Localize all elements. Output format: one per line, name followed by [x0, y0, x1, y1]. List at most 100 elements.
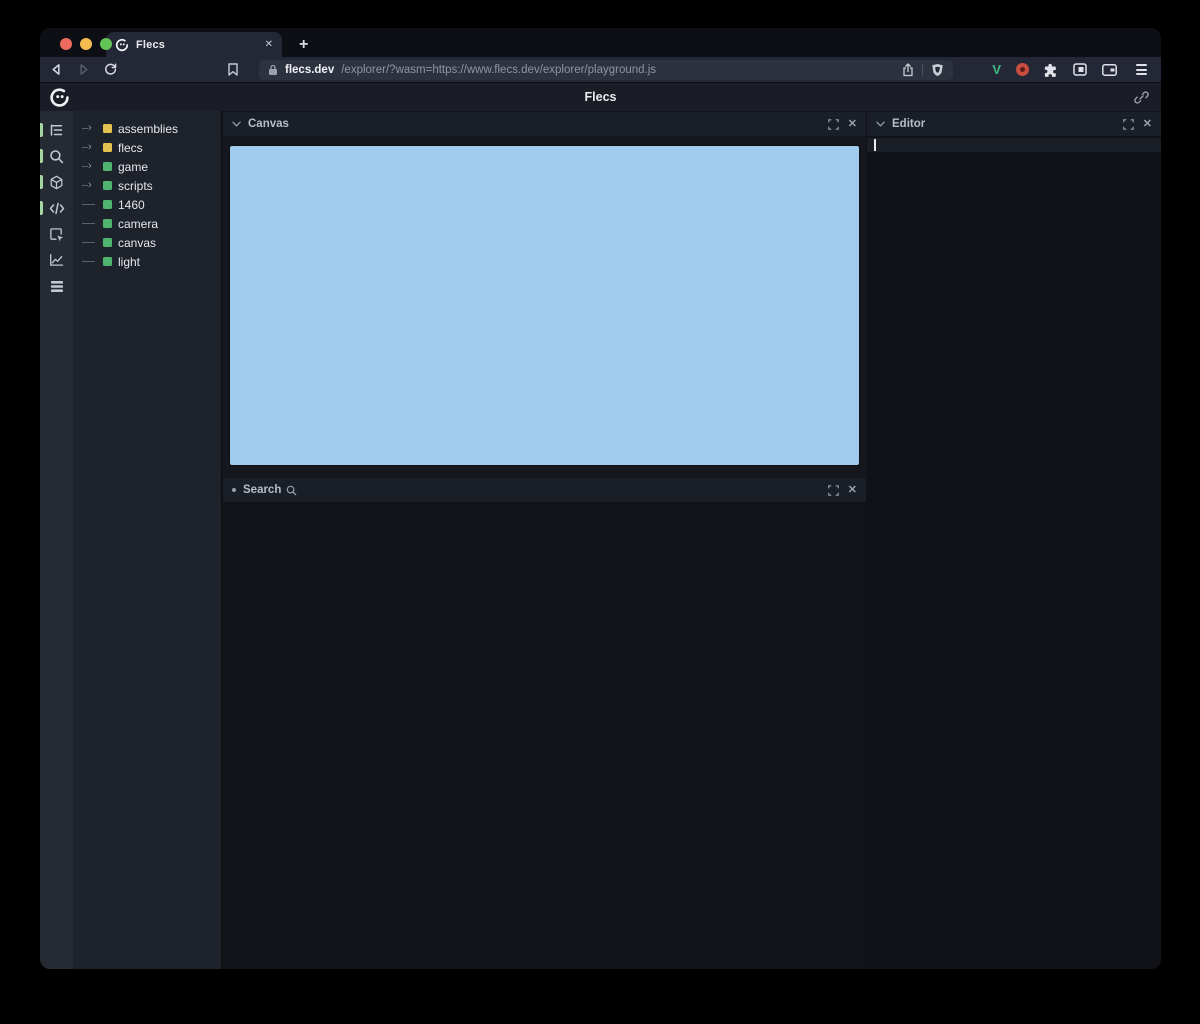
menu-icon[interactable] — [1136, 64, 1147, 75]
tree-item-label: canvas — [118, 236, 156, 250]
expand-arrow-icon[interactable]: › — [82, 180, 97, 191]
editor-input[interactable] — [867, 138, 1161, 152]
fullscreen-icon[interactable] — [828, 119, 839, 130]
brave-shield-icon[interactable] — [931, 63, 944, 77]
red-extension-icon[interactable] — [1016, 63, 1029, 76]
forward-icon[interactable] — [77, 63, 90, 76]
expand-arrow-icon[interactable]: › — [82, 142, 97, 153]
tree-item-light[interactable]: › light — [73, 252, 221, 271]
tree-item-camera[interactable]: › camera — [73, 214, 221, 233]
entity-color-square — [103, 257, 112, 266]
entity-color-square — [103, 219, 112, 228]
lock-icon — [268, 64, 278, 76]
favicon — [115, 38, 129, 52]
tree-item-scripts[interactable]: › scripts — [73, 176, 221, 195]
search-panel: Search ✕ — [223, 478, 866, 502]
tree-item-label: 1460 — [118, 198, 145, 212]
leaf-connector: › — [82, 204, 97, 205]
tree-item-label: camera — [118, 217, 158, 231]
tree-item-label: flecs — [118, 141, 143, 155]
panel-title: Editor — [892, 118, 925, 130]
minimize-window-button[interactable] — [80, 38, 92, 50]
collapsed-dot-icon[interactable] — [232, 488, 236, 492]
entity-color-square — [103, 238, 112, 247]
browser-toolbar: flecs.dev /explorer/?wasm=https://www.fl… — [40, 57, 1161, 82]
tree-item-game[interactable]: › game — [73, 157, 221, 176]
sidebar-item-entities[interactable] — [40, 169, 73, 195]
editor-panel: Editor ✕ — [867, 112, 1161, 969]
tree-item-label: game — [118, 160, 148, 174]
tree-item-label: light — [118, 255, 140, 269]
sidebar-item-queries[interactable] — [40, 273, 73, 299]
code-icon — [49, 202, 65, 215]
entity-color-square — [103, 124, 112, 133]
leaf-connector: › — [82, 223, 97, 224]
reload-icon[interactable] — [104, 63, 117, 76]
vue-devtools-icon[interactable]: V — [992, 63, 1001, 76]
panel-title: Canvas — [248, 118, 289, 130]
new-tab-button[interactable]: + — [299, 32, 308, 57]
entity-color-square — [103, 143, 112, 152]
entity-tree: › assemblies › flecs › game › scripts › — [73, 111, 221, 969]
panel-title: Search — [243, 484, 281, 496]
sidebar-toggle-icon[interactable] — [1073, 63, 1087, 76]
traffic-lights — [60, 38, 112, 50]
tree-item-assemblies[interactable]: › assemblies — [73, 119, 221, 138]
expand-arrow-icon[interactable]: › — [82, 123, 97, 134]
editor-panel-header: Editor ✕ — [867, 112, 1161, 136]
tree-item-1460[interactable]: › 1460 — [73, 195, 221, 214]
url-bar[interactable]: flecs.dev /explorer/?wasm=https://www.fl… — [259, 60, 953, 80]
canvas-panel-header: Canvas ✕ — [223, 112, 866, 136]
main-area: Canvas ✕ Search — [221, 111, 1161, 969]
cube-icon — [49, 175, 64, 190]
canvas-panel: Canvas ✕ — [223, 112, 866, 478]
browser-tab[interactable]: Flecs ✕ — [106, 32, 282, 57]
entity-color-square — [103, 200, 112, 209]
wallet-icon[interactable] — [1102, 64, 1117, 76]
close-icon[interactable]: ✕ — [848, 485, 857, 496]
divider — [922, 64, 923, 76]
extensions-puzzle-icon[interactable] — [1044, 63, 1058, 77]
tab-title: Flecs — [136, 39, 258, 51]
magnifier-icon — [286, 485, 297, 496]
canvas-surface[interactable] — [229, 145, 860, 466]
sidebar-item-code[interactable] — [40, 195, 73, 221]
share-link-icon[interactable] — [1134, 90, 1149, 105]
sidebar-item-stats[interactable] — [40, 247, 73, 273]
close-window-button[interactable] — [60, 38, 72, 50]
chevron-down-icon[interactable] — [876, 121, 885, 127]
fullscreen-icon[interactable] — [828, 485, 839, 496]
url-path: /explorer/?wasm=https://www.flecs.dev/ex… — [341, 64, 656, 76]
sidebar-item-tree[interactable] — [40, 117, 73, 143]
inspect-icon — [49, 227, 64, 242]
bookmark-icon[interactable] — [227, 63, 239, 76]
tree-item-label: assemblies — [118, 122, 178, 136]
tab-close-icon[interactable]: ✕ — [265, 39, 273, 50]
sidebar-item-search[interactable] — [40, 143, 73, 169]
browser-window: Flecs ✕ + flecs.dev /explorer/?wasm=http… — [40, 28, 1161, 969]
search-panel-header: Search ✕ — [223, 478, 866, 502]
sidebar-item-inspect[interactable] — [40, 221, 73, 247]
expand-arrow-icon[interactable]: › — [82, 161, 97, 172]
entity-color-square — [103, 181, 112, 190]
chart-icon — [49, 253, 64, 267]
back-icon[interactable] — [50, 63, 63, 76]
tree-item-canvas[interactable]: › canvas — [73, 233, 221, 252]
tree-item-flecs[interactable]: › flecs — [73, 138, 221, 157]
chevron-down-icon[interactable] — [232, 121, 241, 127]
zoom-window-button[interactable] — [100, 38, 112, 50]
page-title: Flecs — [40, 90, 1161, 104]
tree-icon — [49, 123, 64, 137]
tool-sidebar — [40, 111, 73, 969]
tree-item-label: scripts — [118, 179, 153, 193]
app-header: Flecs — [40, 82, 1161, 111]
close-icon[interactable]: ✕ — [848, 119, 857, 130]
leaf-connector: › — [82, 261, 97, 262]
close-icon[interactable]: ✕ — [1143, 119, 1152, 130]
tab-strip: Flecs ✕ + — [40, 28, 1161, 57]
text-caret — [874, 139, 876, 151]
url-domain: flecs.dev — [285, 64, 334, 76]
entity-color-square — [103, 162, 112, 171]
fullscreen-icon[interactable] — [1123, 119, 1134, 130]
share-icon[interactable] — [902, 63, 914, 77]
